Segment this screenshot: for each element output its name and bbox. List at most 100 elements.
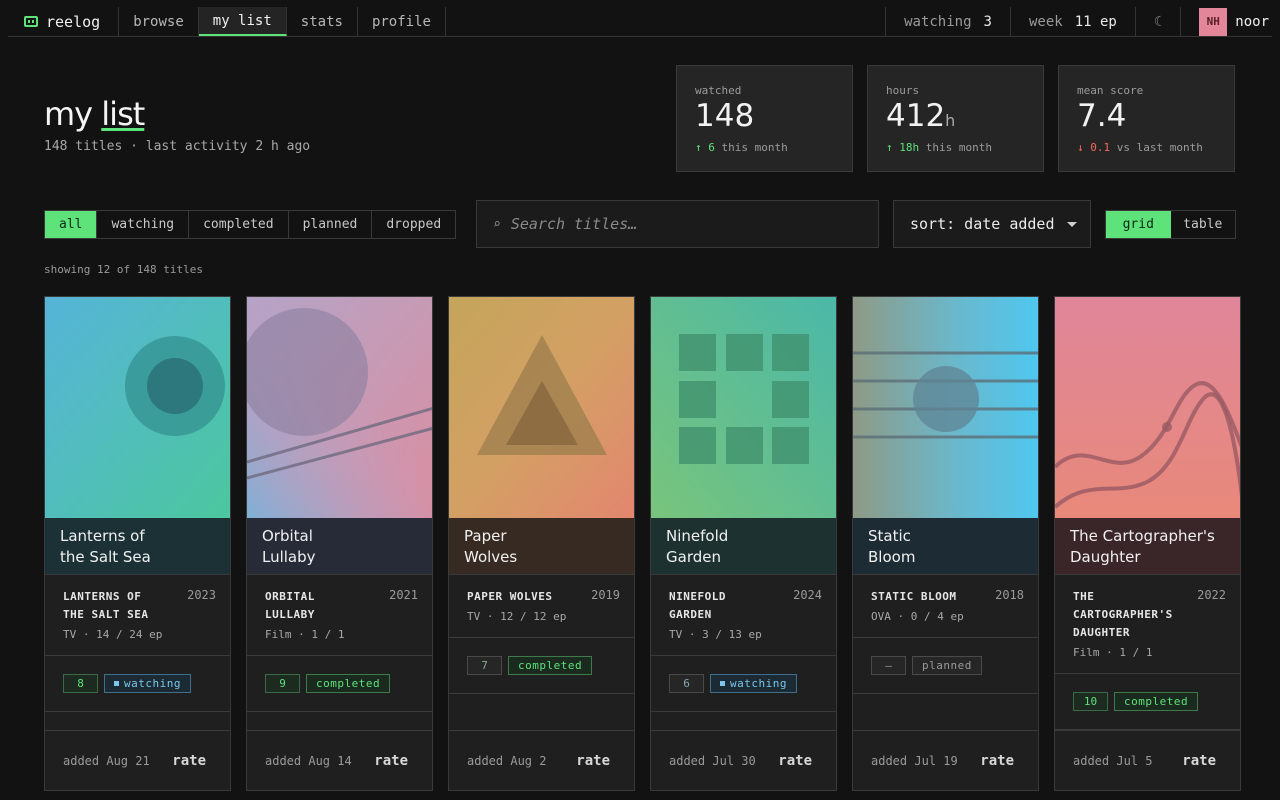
summary-number: 148 — [695, 98, 755, 134]
rate-button[interactable]: rate — [374, 753, 408, 769]
delta-text: this month — [714, 141, 788, 154]
title-line: ORBITAL — [265, 590, 315, 603]
status-badge[interactable]: planned — [912, 656, 982, 675]
card-format: OVA · 0 / 4 ep — [871, 610, 964, 623]
card-title: STATIC BLOOM — [871, 590, 957, 603]
added-date: added Aug 2 — [467, 753, 547, 768]
page-title: my list — [44, 95, 145, 133]
card-footer: added Aug 2 rate — [449, 731, 634, 790]
added-date: added Jul 19 — [871, 753, 958, 768]
summary-label: watched — [695, 84, 742, 97]
score-badge[interactable]: 6 — [669, 674, 704, 693]
rate-button[interactable]: rate — [172, 753, 206, 769]
search-icon: ⌕ — [493, 216, 501, 232]
card-format: Film · 1 / 1 — [265, 628, 345, 641]
nav-tab-browse[interactable]: browse — [119, 7, 199, 36]
status-badge[interactable]: completed — [306, 674, 391, 693]
score-badge[interactable]: 8 — [63, 674, 98, 693]
week-chip[interactable]: week 11 ep — [1009, 7, 1135, 36]
title-card[interactable]: Lanterns of the Salt Sea LANTERNS OF THE S… — [44, 296, 231, 791]
summary-delta: ↓ 0.1 vs last month — [1077, 141, 1216, 154]
search-input[interactable] — [510, 215, 851, 233]
arrow-up-icon: ↑ — [886, 141, 893, 154]
score-badge[interactable]: 9 — [265, 674, 300, 693]
brand[interactable]: reelog — [8, 7, 120, 36]
view-table-button[interactable]: table — [1171, 211, 1236, 238]
moon-icon[interactable]: ☾ — [1134, 7, 1182, 36]
title-line: DAUGHTER — [1073, 626, 1130, 639]
avatar: NH — [1199, 7, 1228, 36]
card-title: LANTERNS OF THE SALT SEA — [63, 588, 163, 624]
nav-tab-stats[interactable]: stats — [287, 7, 358, 36]
watching-chip[interactable]: watching 3 — [885, 7, 1010, 36]
card-tags: 10 completed — [1055, 674, 1240, 730]
poster-caption: Ninefold Garden — [651, 518, 836, 575]
card-title: THE CARTOGRAPHER'S DAUGHTER — [1073, 588, 1193, 642]
summary-number: 412 — [886, 98, 946, 134]
card-footer: added Aug 14 rate — [247, 731, 432, 790]
card-footer: added Aug 21 rate — [45, 731, 230, 790]
summary-value: 148 — [695, 98, 834, 139]
caption-line: Bloom — [868, 548, 916, 566]
added-date: added Aug 21 — [63, 753, 150, 768]
poster-image — [853, 297, 1038, 518]
title-grid: Lanterns of the Salt Sea LANTERNS OF THE S… — [44, 296, 1241, 791]
card-meta: STATIC BLOOM 2018 OVA · 0 / 4 ep — [853, 575, 1038, 638]
added-date: added Aug 14 — [265, 753, 352, 768]
delta-value: 6 — [708, 141, 715, 154]
title-card[interactable]: Ninefold Garden NINEFOLD GARDEN 2024 TV · … — [650, 296, 837, 791]
delta-value: 18h — [899, 141, 920, 154]
nav-tab-my-list[interactable]: my list — [198, 7, 287, 36]
user-menu[interactable]: NH noor — [1181, 7, 1272, 36]
caption-line: Wolves — [464, 548, 518, 566]
poster-caption: Paper Wolves — [449, 518, 634, 575]
rate-button[interactable]: rate — [576, 753, 610, 769]
score-badge[interactable]: — — [871, 656, 906, 675]
filter-all[interactable]: all — [45, 211, 98, 238]
title-card[interactable]: Static Bloom STATIC BLOOM 2018 OVA · 0 / … — [852, 296, 1039, 791]
summary-card-hours: hours 412h ↑ 18h this month — [867, 65, 1044, 172]
card-year: 2018 — [995, 588, 1024, 602]
filter-completed[interactable]: completed — [189, 211, 289, 238]
card-footer: added Jul 30 rate — [651, 731, 836, 790]
status-badge[interactable]: completed — [1114, 692, 1199, 711]
brand-name: reelog — [46, 12, 101, 31]
filter-dropped[interactable]: dropped — [372, 211, 455, 238]
card-format: TV · 14 / 24 ep — [63, 628, 163, 641]
week-label: week — [1028, 13, 1063, 30]
nav-right: watching 3 week 11 ep ☾ NH noor — [885, 7, 1272, 36]
view-grid-button[interactable]: grid — [1106, 211, 1171, 238]
title-card[interactable]: Paper Wolves PAPER WOLVES 2019 TV · 12 / … — [448, 296, 635, 791]
title-card[interactable]: The Cartographer's Daughter THE CARTOGRAPH… — [1054, 296, 1241, 791]
summary-unit: h — [945, 111, 956, 130]
poster-image — [449, 297, 634, 518]
arrow-down-icon: ↓ — [1077, 141, 1084, 154]
sort-dropdown[interactable]: sort: date added — [893, 200, 1091, 248]
summary-cards: watched 148 ↑ 6 this month hours 412h ↑ … — [676, 65, 1235, 172]
nav-tab-profile[interactable]: profile — [358, 7, 446, 36]
card-meta: NINEFOLD GARDEN 2024 TV · 3 / 13 ep — [651, 575, 836, 656]
title-line: THE SALT SEA — [63, 608, 149, 621]
chevron-down-icon — [1066, 221, 1077, 227]
arrow-up-icon: ↑ — [695, 141, 702, 154]
caption-line: The Cartographer's — [1070, 527, 1215, 545]
summary-card-mean-score: mean score 7.4 ↓ 0.1 vs last month — [1058, 65, 1235, 172]
score-badge[interactable]: 10 — [1073, 692, 1108, 711]
score-badge[interactable]: 7 — [467, 656, 502, 675]
rate-button[interactable]: rate — [778, 753, 812, 769]
rate-button[interactable]: rate — [1182, 753, 1216, 769]
card-meta: PAPER WOLVES 2019 TV · 12 / 12 ep — [449, 575, 634, 638]
rate-button[interactable]: rate — [980, 753, 1014, 769]
caption-line: Lullaby — [262, 548, 316, 566]
added-date: added Jul 30 — [669, 753, 756, 768]
title-card[interactable]: Orbital Lullaby ORBITAL LULLABY 2021 Film … — [246, 296, 433, 791]
filter-planned[interactable]: planned — [289, 211, 373, 238]
caption-line: Orbital — [262, 527, 313, 545]
status-filters: all watching completed planned dropped — [44, 210, 457, 239]
status-badge[interactable]: completed — [508, 656, 593, 675]
status-badge[interactable]: watching — [710, 674, 797, 693]
card-title: NINEFOLD GARDEN — [669, 588, 769, 624]
card-spacer — [247, 712, 432, 731]
status-badge[interactable]: watching — [104, 674, 191, 693]
filter-watching[interactable]: watching — [97, 211, 190, 238]
